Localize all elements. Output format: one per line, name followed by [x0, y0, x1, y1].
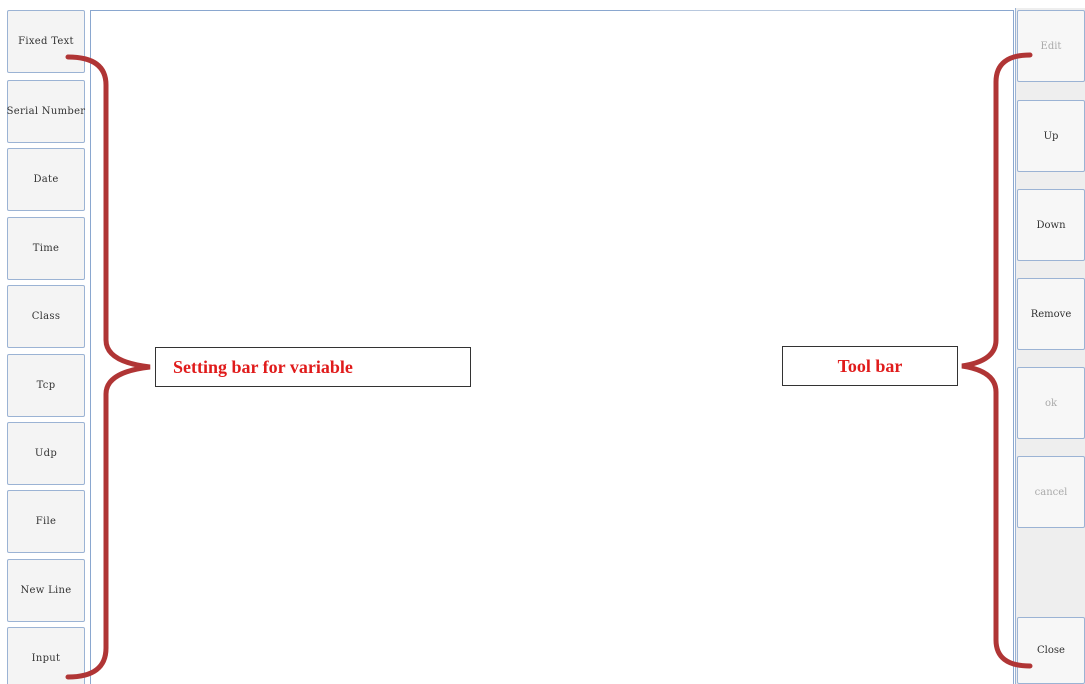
close-button[interactable]: Close	[1017, 617, 1085, 684]
ok-button[interactable]: ok	[1017, 367, 1085, 439]
file-button[interactable]: File	[7, 490, 85, 553]
remove-button[interactable]: Remove	[1017, 278, 1085, 350]
class-button[interactable]: Class	[7, 285, 85, 348]
fixed-text-button[interactable]: Fixed Text	[7, 10, 85, 73]
time-button[interactable]: Time	[7, 217, 85, 280]
edit-button[interactable]: Edit	[1017, 10, 1085, 82]
canvas-top-divider	[650, 10, 860, 11]
date-button[interactable]: Date	[7, 148, 85, 211]
new-line-button[interactable]: New Line	[7, 559, 85, 622]
udp-button[interactable]: Udp	[7, 422, 85, 485]
up-button[interactable]: Up	[1017, 100, 1085, 172]
variable-editor-window: Fixed Text Serial Number Date Time Class…	[0, 0, 1085, 684]
variable-setting-bar: Fixed Text Serial Number Date Time Class…	[0, 0, 92, 684]
input-button[interactable]: Input	[7, 627, 85, 684]
variable-setting-bar-annotation: Setting bar for variable	[155, 347, 471, 387]
serial-number-button[interactable]: Serial Number	[7, 80, 85, 143]
cancel-button[interactable]: cancel	[1017, 456, 1085, 528]
tcp-button[interactable]: Tcp	[7, 354, 85, 417]
down-button[interactable]: Down	[1017, 189, 1085, 261]
tool-bar-annotation: Tool bar	[782, 346, 958, 386]
